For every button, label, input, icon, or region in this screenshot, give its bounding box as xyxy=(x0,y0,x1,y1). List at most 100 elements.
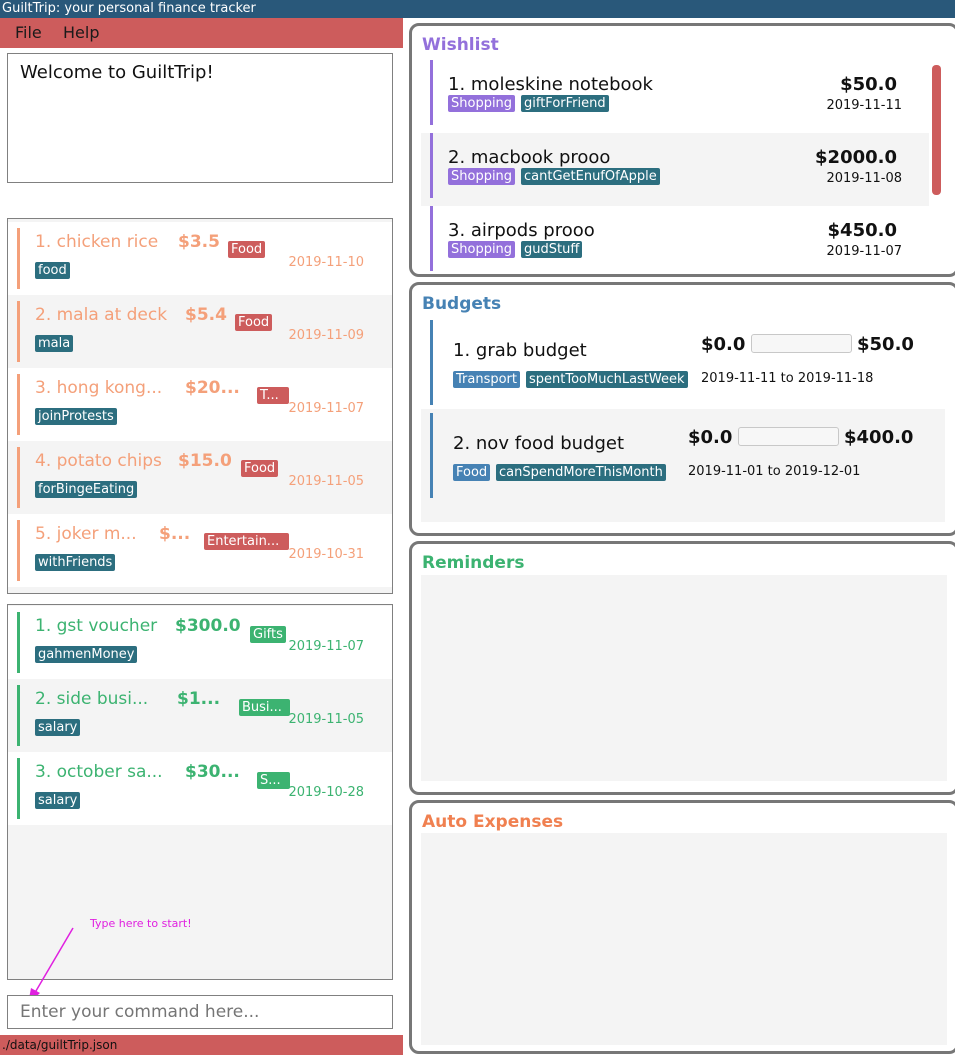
wishlist-heading: Wishlist xyxy=(422,35,499,55)
expense-date: 2019-10-31 xyxy=(288,547,364,562)
budget-list[interactable]: 1. grab budget $0.0 $50.0 Transport spen… xyxy=(421,316,945,522)
income-accent-bar xyxy=(17,758,20,819)
wish-title: 2. macbook prooo xyxy=(448,147,611,168)
arrow-pointer-icon xyxy=(28,927,74,1004)
income-tag: gahmenMoney xyxy=(35,646,138,663)
budget-card[interactable]: 1. grab budget $0.0 $50.0 Transport spen… xyxy=(421,316,945,409)
menu-bar: File Help xyxy=(0,18,403,48)
wish-tag: giftForFriend xyxy=(521,95,609,112)
wish-date: 2019-11-11 xyxy=(826,98,902,113)
budget-progress-bar xyxy=(751,334,852,353)
income-tag: salary xyxy=(35,719,81,736)
left-pane: File Help Welcome to GuiltTrip! 1. chick… xyxy=(0,18,403,1055)
expense-amount: $20... xyxy=(185,378,240,398)
wish-category: Shopping xyxy=(448,95,516,112)
income-accent-bar xyxy=(17,685,20,746)
autoexpense-list[interactable] xyxy=(421,833,947,1045)
income-category: Gifts xyxy=(250,626,286,643)
budget-category: Transport xyxy=(453,371,521,388)
reminders-heading: Reminders xyxy=(422,553,525,573)
income-title: 1. gst voucher xyxy=(35,616,158,636)
expense-card[interactable]: 2. mala at deck $5.4 Food mala 2019-11-0… xyxy=(8,295,392,368)
expense-category: Entertain... xyxy=(204,533,289,550)
expense-list-panel[interactable]: 1. chicken rice $3.5 Food food 2019-11-1… xyxy=(7,218,393,594)
wish-tag: gudStuff xyxy=(521,241,583,258)
expense-amount: $15.0 xyxy=(178,451,232,471)
wish-category: Shopping xyxy=(448,168,516,185)
income-amount: $300.0 xyxy=(175,616,241,636)
wish-date: 2019-11-07 xyxy=(826,244,902,259)
expense-tag: joinProtests xyxy=(35,408,117,425)
income-tag: salary xyxy=(35,792,81,809)
budgets-panel: Budgets 1. grab budget $0.0 $50.0 Transp… xyxy=(409,282,955,536)
budget-accent-bar xyxy=(430,320,433,405)
income-accent-bar xyxy=(17,612,20,673)
result-display: Welcome to GuiltTrip! xyxy=(7,53,393,183)
expense-accent-bar xyxy=(17,447,20,508)
income-date: 2019-11-07 xyxy=(288,639,364,654)
expense-amount: $3.5 xyxy=(178,232,220,252)
command-input[interactable] xyxy=(7,995,393,1029)
budget-category: Food xyxy=(453,464,491,481)
expense-card[interactable]: 3. hong kong... $20... T... joinProtests… xyxy=(8,368,392,441)
income-date: 2019-10-28 xyxy=(288,785,364,800)
expense-date: 2019-11-07 xyxy=(288,401,364,416)
expense-category: Food xyxy=(235,314,273,331)
wish-card[interactable]: 3. airpods prooo $450.0 Shopping gudStuf… xyxy=(421,206,929,274)
income-title: 3. october sa... xyxy=(35,762,163,782)
menu-help[interactable]: Help xyxy=(63,18,99,48)
expense-amount: $... xyxy=(159,524,191,544)
budget-limit: $50.0 xyxy=(857,334,914,355)
expense-tag: forBingeEating xyxy=(35,481,138,498)
status-bar-path: ./data/guiltTrip.json xyxy=(0,1035,403,1055)
wish-title: 1. moleskine notebook xyxy=(448,74,653,95)
income-card[interactable]: 3. october sa... $30... S... salary 2019… xyxy=(8,752,392,825)
budget-tag: spentTooMuchLastWeek xyxy=(526,371,688,388)
income-card[interactable]: 2. side busi... $1... Busi... salary 201… xyxy=(8,679,392,752)
expense-category: Food xyxy=(228,241,266,258)
expense-title: 1. chicken rice xyxy=(35,232,159,252)
menu-file[interactable]: File xyxy=(15,18,42,48)
budget-tag: canSpendMoreThisMonth xyxy=(496,464,666,481)
wish-date: 2019-11-08 xyxy=(826,171,902,186)
expense-accent-bar xyxy=(17,228,20,289)
reminders-panel: Reminders xyxy=(409,541,955,795)
autoexpenses-panel: Auto Expenses xyxy=(409,800,955,1054)
budget-accent-bar xyxy=(430,413,433,498)
wish-title: 3. airpods prooo xyxy=(448,220,595,241)
expense-card[interactable]: 5. joker m... $... Entertain... withFrie… xyxy=(8,514,392,587)
expense-card[interactable]: 4. potato chips $15.0 Food forBingeEatin… xyxy=(8,441,392,514)
budget-card[interactable]: 2. nov food budget $0.0 $400.0 Food canS… xyxy=(421,409,945,502)
wishlist-scrollbar[interactable] xyxy=(932,65,941,195)
expense-category: T... xyxy=(257,387,289,404)
income-title: 2. side busi... xyxy=(35,689,149,709)
wishlist-list[interactable]: 1. moleskine notebook $50.0 Shopping gif… xyxy=(421,60,945,274)
income-card[interactable]: 1. gst voucher $300.0 Gifts gahmenMoney … xyxy=(8,606,392,679)
wishlist-panel: Wishlist 1. moleskine notebook $50.0 Sho… xyxy=(409,23,955,277)
budget-progress-bar xyxy=(738,427,839,446)
budget-limit: $400.0 xyxy=(844,427,914,448)
expense-category: Food xyxy=(241,460,279,477)
income-category: Busi... xyxy=(239,699,290,716)
wish-card[interactable]: 1. moleskine notebook $50.0 Shopping gif… xyxy=(421,60,929,133)
wish-amount: $50.0 xyxy=(840,74,897,95)
wish-category: Shopping xyxy=(448,241,516,258)
income-date: 2019-11-05 xyxy=(288,712,364,727)
expense-title: 3. hong kong... xyxy=(35,378,163,398)
wish-accent-bar xyxy=(430,60,433,125)
expense-accent-bar xyxy=(17,301,20,362)
autoexpenses-heading: Auto Expenses xyxy=(422,812,564,832)
wish-card[interactable]: 2. macbook prooo $2000.0 Shopping cantGe… xyxy=(421,133,929,206)
expense-amount: $5.4 xyxy=(185,305,227,325)
budget-spent: $0.0 xyxy=(688,427,733,448)
right-pane: Wishlist 1. moleskine notebook $50.0 Sho… xyxy=(403,18,955,1055)
budget-title: 1. grab budget xyxy=(453,340,587,361)
expense-date: 2019-11-10 xyxy=(288,255,364,270)
expense-title: 5. joker m... xyxy=(35,524,137,544)
expense-card[interactable]: 1. chicken rice $3.5 Food food 2019-11-1… xyxy=(8,222,392,295)
window-title: GuiltTrip: your personal finance tracker xyxy=(0,0,955,18)
wish-amount: $450.0 xyxy=(827,220,897,241)
budget-period: 2019-11-11 to 2019-11-18 xyxy=(701,371,874,386)
income-category: S... xyxy=(257,772,290,789)
reminder-list[interactable] xyxy=(421,575,947,781)
